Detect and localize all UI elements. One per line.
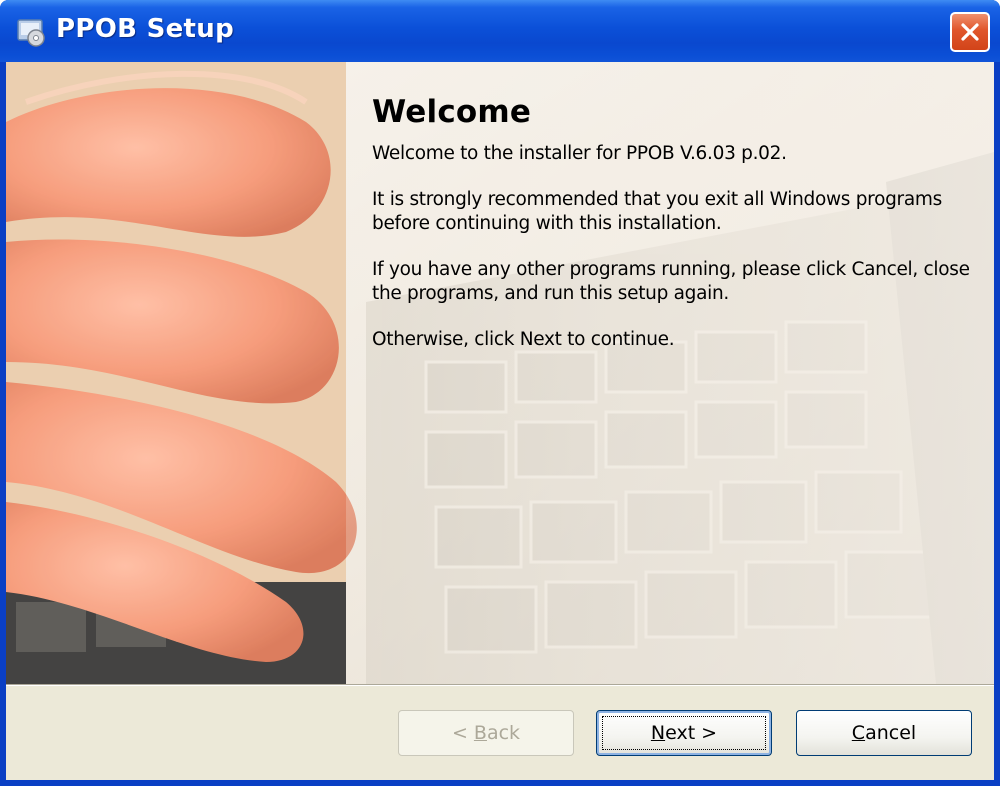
cancel-button[interactable]: Cancel <box>796 710 972 756</box>
window-title: PPOB Setup <box>56 14 234 44</box>
continue-instruction-paragraph: Otherwise, click Next to continue. <box>372 329 675 350</box>
setup-icon <box>17 19 45 47</box>
back-button[interactable]: < Back <box>398 710 574 756</box>
welcome-heading: Welcome <box>372 94 532 130</box>
next-button[interactable]: Next > <box>596 710 772 756</box>
setup-window: PPOB Setup Welcome Welcome to the instal… <box>0 0 1000 786</box>
welcome-panel: Welcome Welcome to the installer for PPO… <box>6 62 994 684</box>
cancel-button-label: Cancel <box>851 722 917 744</box>
welcome-text: Welcome Welcome to the installer for PPO… <box>372 94 972 374</box>
button-divider <box>6 684 994 686</box>
intro-paragraph: Welcome to the installer for PPOB V.6.03… <box>372 143 787 164</box>
back-button-label: < Back <box>451 722 521 744</box>
cancel-instruction-paragraph: If you have any other programs running, … <box>372 259 970 304</box>
title-bar[interactable]: PPOB Setup <box>0 0 1000 62</box>
close-button[interactable] <box>950 12 990 52</box>
next-button-label: Next > <box>650 722 718 744</box>
recommendation-paragraph: It is strongly recommended that you exit… <box>372 189 942 234</box>
client-area: Welcome Welcome to the installer for PPO… <box>6 62 994 780</box>
close-icon <box>961 23 979 41</box>
